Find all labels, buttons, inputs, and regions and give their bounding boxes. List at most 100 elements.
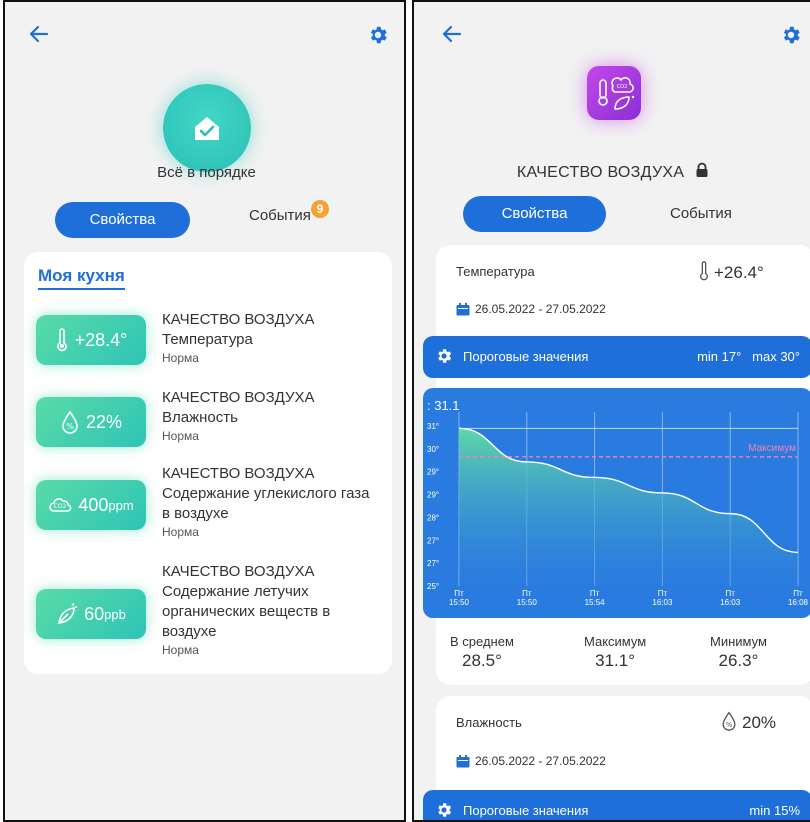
y-tick-label: 29° <box>427 468 439 477</box>
stat-average-label: В среднем <box>450 634 514 649</box>
stat-min: Минимум 26.3° <box>710 634 767 671</box>
calendar-icon <box>456 754 470 767</box>
sensor-status: Норма <box>162 429 199 443</box>
temperature-value: +26.4° <box>714 263 764 282</box>
y-tick-label: 30° <box>427 445 439 454</box>
humidity-icon: % <box>62 410 78 434</box>
date-range[interactable]: 26.05.2022 - 27.05.2022 <box>456 754 606 768</box>
date-range[interactable]: 26.05.2022 - 27.05.2022 <box>456 302 606 316</box>
sensor-title: КАЧЕСТВО ВОЗДУХА <box>162 311 315 328</box>
x-tick-day: Пт <box>725 589 735 598</box>
sensor-title: КАЧЕСТВО ВОЗДУХА <box>162 389 315 406</box>
humidity-icon: % <box>722 711 736 731</box>
threshold-bar[interactable]: Пороговые значения min 15% <box>423 790 810 820</box>
sensor-title: КАЧЕСТВО ВОЗДУХА <box>162 465 315 482</box>
y-tick-label: 31° <box>427 422 439 431</box>
co2-icon: CO2 <box>49 498 72 512</box>
y-tick-label: 27° <box>427 559 439 568</box>
sensor-item: КАЧЕСТВО ВОЗДУХА Влажность Норма <box>162 388 377 444</box>
co2-value: 400 <box>78 494 109 515</box>
x-tick-time: 16:03 <box>720 598 741 607</box>
svg-text:%: % <box>66 422 74 431</box>
threshold-range: min 17° max 30° <box>697 349 800 364</box>
voc-value: 60 <box>84 603 105 624</box>
settings-gear-icon[interactable] <box>780 24 802 46</box>
stat-min-label: Минимум <box>710 634 767 649</box>
left-screen: Всё в порядке Свойства События 9 Моя кухн… <box>3 0 406 822</box>
humidity-value: 22% <box>85 411 123 432</box>
threshold-min: min 15% <box>749 803 800 818</box>
temperature-pill[interactable]: +28.4° <box>36 315 146 365</box>
x-tick-time: 16:03 <box>652 598 673 607</box>
stat-average: В среднем 28.5° <box>450 634 514 671</box>
humidity-pill[interactable]: % 22% <box>36 397 146 447</box>
tab-events[interactable]: События 9 <box>249 198 329 234</box>
voc-icon <box>58 603 78 624</box>
threshold-label: Пороговые значения <box>463 803 589 818</box>
svg-text:%: % <box>726 721 732 729</box>
tab-events[interactable]: События <box>670 196 732 232</box>
home-status-icon <box>163 84 251 172</box>
sensor-subtitle: Содержание углекислого газа в воздухе <box>162 485 370 522</box>
voc-unit: ppb <box>104 606 126 622</box>
y-tick-label: 28° <box>427 513 439 522</box>
x-tick-day: Пт <box>658 589 668 598</box>
stat-min-value: 26.3° <box>718 651 759 670</box>
device-title: КАЧЕСТВО ВОЗДУХА <box>414 162 810 182</box>
back-arrow-icon[interactable] <box>27 22 51 46</box>
tab-properties[interactable]: Свойства <box>463 196 606 232</box>
device-title-text: КАЧЕСТВО ВОЗДУХА <box>516 164 685 181</box>
date-range-text: 26.05.2022 - 27.05.2022 <box>475 754 606 768</box>
air-quality-device-icon: CO2 <box>587 66 641 120</box>
settings-gear-icon[interactable] <box>367 24 389 46</box>
temperature-value: +28.4° <box>74 329 128 350</box>
sensor-title: КАЧЕСТВО ВОЗДУХА <box>162 563 315 580</box>
gear-icon <box>438 803 452 817</box>
co2-unit: ppm <box>108 497 134 513</box>
temperature-label: Температура <box>456 264 535 279</box>
sensor-status: Норма <box>162 643 199 657</box>
y-tick-label: 29° <box>427 491 439 500</box>
stat-average-value: 28.5° <box>462 651 502 670</box>
sensor-subtitle: Температура <box>162 331 253 348</box>
x-tick-time: 16:08 <box>788 598 809 607</box>
y-tick-label: 27° <box>427 536 439 545</box>
calendar-icon <box>456 302 470 315</box>
threshold-label: Пороговые значения <box>463 349 589 364</box>
sensor-status: Норма <box>162 525 199 539</box>
temperature-reading: +26.4° <box>698 261 764 283</box>
events-count-badge: 9 <box>310 200 329 218</box>
room-name[interactable]: Моя кухня <box>38 266 125 290</box>
stat-max-value: 31.1° <box>595 651 636 670</box>
max-value-label: : 31.1 <box>427 398 460 413</box>
thermometer-icon <box>56 328 67 352</box>
x-tick-day: Пт <box>522 589 532 598</box>
sensor-subtitle: Содержание летучих органических веществ … <box>162 583 331 640</box>
tab-properties[interactable]: Свойства <box>55 202 190 238</box>
sensor-status: Норма <box>162 351 199 365</box>
humidity-reading: % 20% <box>720 711 776 733</box>
threshold-min: min 17° <box>697 349 742 364</box>
sensor-subtitle: Влажность <box>162 409 238 426</box>
stat-max: Максимум 31.1° <box>584 634 646 671</box>
temperature-chart[interactable]: Максимум: 31.1 25° 27° 27° 28° 29° 29° 30° 31° Пт… <box>423 388 810 618</box>
date-range-text: 26.05.2022 - 27.05.2022 <box>475 302 606 316</box>
thermometer-icon <box>700 261 708 281</box>
back-arrow-icon[interactable] <box>440 22 464 46</box>
voc-pill[interactable]: 60 ppb <box>36 589 146 639</box>
chart-svg: Максимум: 31.1 25° 27° 27° 28° 29° 29° 30° 31° Пт… <box>427 398 809 607</box>
threshold-label: Максимум <box>748 443 796 454</box>
stat-max-label: Максимум <box>584 634 647 649</box>
sensor-item: КАЧЕСТВО ВОЗДУХА Содержание летучих орга… <box>162 562 377 658</box>
x-tick-day: Пт <box>793 589 803 598</box>
humidity-value: 20% <box>742 713 777 732</box>
co2-pill[interactable]: CO2 400 ppm <box>36 480 146 530</box>
threshold-max: max 30° <box>752 349 800 364</box>
tab-events-label: События <box>249 207 311 224</box>
x-tick-time: 15:54 <box>585 598 606 607</box>
sensor-item: КАЧЕСТВО ВОЗДУХА Содержание углекислого … <box>162 464 377 540</box>
x-tick-day: Пт <box>454 589 464 598</box>
threshold-bar[interactable]: Пороговые значения min 17° max 30° <box>423 336 810 378</box>
x-tick-time: 15:50 <box>449 598 470 607</box>
temperature-area <box>459 428 798 586</box>
